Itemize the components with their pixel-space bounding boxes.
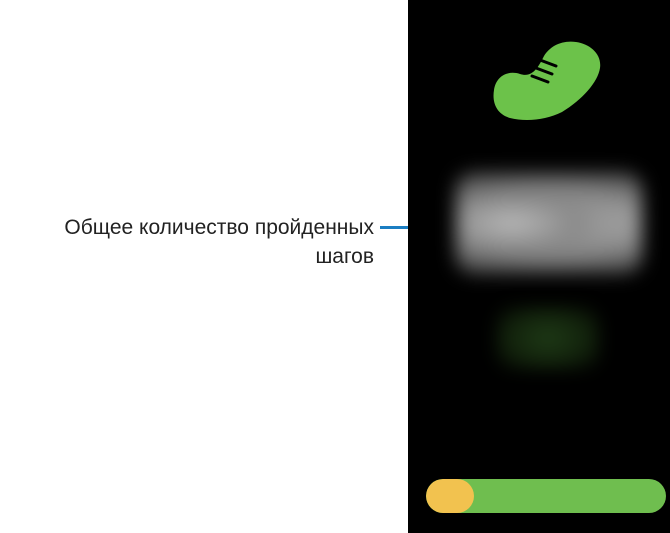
shoe-icon xyxy=(493,41,601,120)
progress-bar xyxy=(426,479,666,513)
step-count-blurred xyxy=(456,172,642,274)
callout-label: Общее количество пройденных шагов xyxy=(64,216,374,268)
step-goal-blurred xyxy=(496,306,600,370)
watch-screen xyxy=(408,0,670,533)
progress-fill xyxy=(426,479,474,513)
